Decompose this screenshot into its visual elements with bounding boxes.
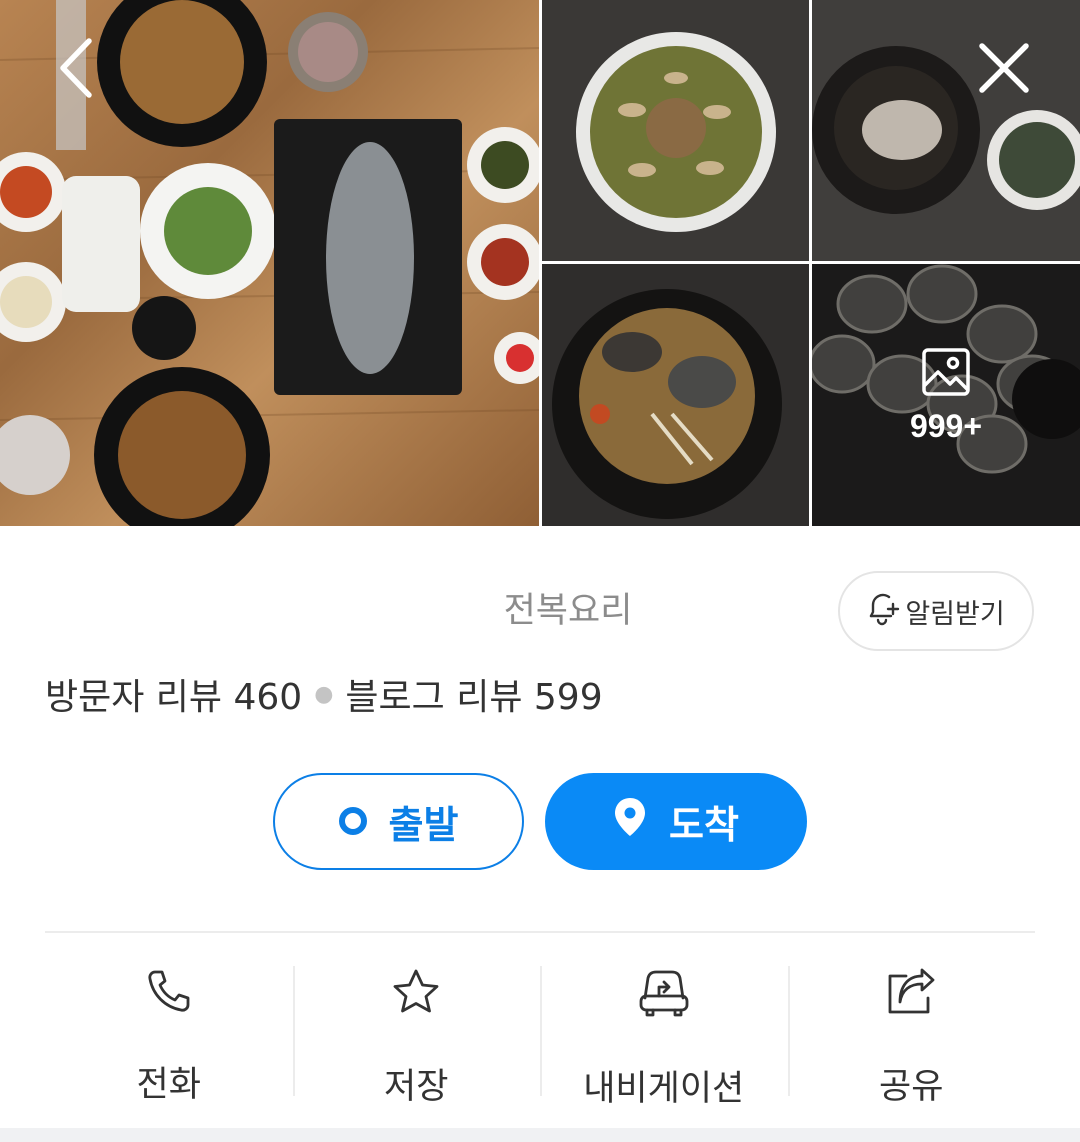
close-icon (977, 41, 1031, 99)
action-bar: 전화 저장 내비게이션 공유 (45, 966, 1036, 1109)
route-arrive-label: 도착 (669, 803, 739, 847)
back-button[interactable] (45, 38, 109, 102)
photo-abalone-stew[interactable] (542, 264, 809, 526)
notification-button[interactable]: 알림받기 (838, 571, 1034, 651)
photo-abalone-rice-bowl[interactable] (812, 0, 1080, 261)
call-label: 전화 (136, 1065, 201, 1105)
close-button[interactable] (972, 38, 1036, 102)
car-navigation-icon (637, 968, 691, 1018)
chevron-left-icon (57, 37, 97, 103)
save-button[interactable]: 저장 (292, 966, 541, 1107)
call-button[interactable]: 전화 (45, 966, 293, 1105)
phone-icon (146, 968, 192, 1014)
navigation-label: 내비게이션 (583, 1069, 745, 1109)
notification-label: 알림받기 (905, 598, 1005, 630)
star-icon (391, 968, 441, 1016)
share-label: 공유 (879, 1067, 944, 1107)
photo-gallery: 999+ (0, 0, 1080, 526)
image-icon (920, 346, 972, 402)
visitor-reviews-link[interactable]: 방문자 리뷰 460 (45, 668, 302, 720)
share-icon (886, 968, 936, 1016)
photo-abalone-porridge[interactable] (542, 0, 809, 261)
route-start-button[interactable]: 출발 (273, 773, 524, 870)
divider (45, 931, 1035, 933)
review-summary: 방문자 리뷰 460 ● 블로그 리뷰 599 (45, 668, 603, 720)
origin-dot-icon (338, 800, 367, 844)
section-separator (0, 1128, 1080, 1142)
route-start-label: 출발 (388, 803, 459, 847)
more-photos-count: 999+ (909, 407, 983, 444)
separator-dot: ● (314, 681, 334, 707)
share-button[interactable]: 공유 (787, 966, 1036, 1107)
map-pin-icon (613, 796, 647, 847)
more-photos-overlay[interactable]: 999+ (812, 264, 1080, 526)
bell-plus-icon (867, 590, 901, 633)
blog-reviews-link[interactable]: 블로그 리뷰 599 (345, 668, 602, 720)
save-label: 저장 (384, 1067, 449, 1107)
route-arrive-button[interactable]: 도착 (545, 773, 807, 870)
navigation-button[interactable]: 내비게이션 (540, 966, 788, 1109)
